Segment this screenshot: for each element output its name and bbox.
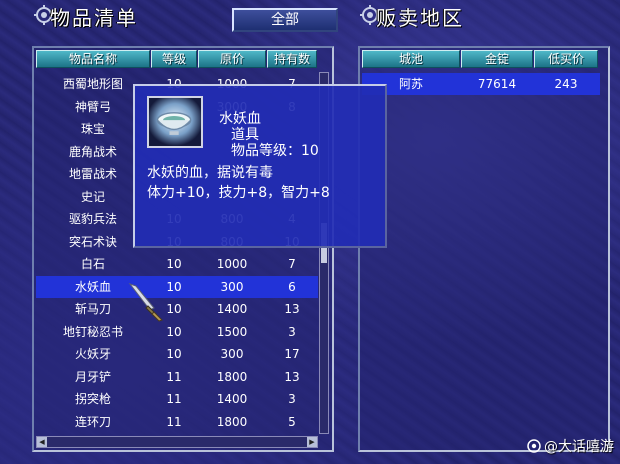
column-header-name[interactable]: 物品名称 bbox=[36, 50, 150, 68]
item-row[interactable]: 斩马刀 10 1400 13 bbox=[36, 298, 318, 320]
column-header-low-price[interactable]: 低买价 bbox=[534, 50, 598, 68]
column-header-quantity[interactable]: 持有数 bbox=[267, 50, 317, 68]
watermark: @大话嘻游 bbox=[527, 436, 614, 456]
item-cell-price: 1800 bbox=[216, 414, 248, 429]
item-cell-qty: 7 bbox=[288, 257, 296, 271]
item-cell-level: 11 bbox=[166, 369, 182, 384]
item-cell-price: 1000 bbox=[216, 257, 248, 271]
item-cell-qty: 13 bbox=[284, 302, 300, 316]
scroll-left-icon[interactable]: ◀ bbox=[37, 437, 47, 447]
item-cell-qty: 3 bbox=[288, 392, 296, 406]
item-row[interactable]: 地钉秘忍书 10 1500 3 bbox=[36, 321, 318, 343]
column-header-level[interactable]: 等级 bbox=[151, 50, 197, 68]
item-cell-name: 拐突枪 bbox=[74, 392, 111, 406]
item-cell-name: 地钉秘忍书 bbox=[62, 324, 123, 339]
column-header-gold[interactable]: 金锭 bbox=[461, 50, 533, 68]
item-row[interactable]: 拐突枪 11 1400 3 bbox=[36, 388, 318, 410]
column-header-city[interactable]: 城池 bbox=[362, 50, 460, 68]
item-cell-level: 10 bbox=[166, 324, 182, 339]
item-cell-name: 火妖牙 bbox=[74, 347, 111, 361]
filter-all-button[interactable]: 全部 bbox=[232, 8, 338, 32]
bowl-icon bbox=[147, 96, 203, 148]
item-cell-name: 连环刀 bbox=[74, 414, 111, 429]
item-cell-price: 1500 bbox=[216, 324, 248, 339]
item-cell-level: 11 bbox=[166, 414, 182, 429]
sales-region-cell-low-price: 243 bbox=[554, 77, 578, 91]
item-list-hscroll[interactable]: ◀ ▶ bbox=[36, 436, 318, 448]
item-cell-qty: 5 bbox=[288, 414, 296, 429]
item-cell-level: 10 bbox=[166, 347, 182, 361]
tooltip-effects: 体力+10，技力+8，智力+8 bbox=[147, 185, 330, 201]
scroll-right-icon[interactable]: ▶ bbox=[307, 437, 317, 447]
item-row[interactable]: 连环刀 11 1800 5 bbox=[36, 411, 318, 433]
item-cell-price: 300 bbox=[220, 279, 244, 294]
at-sign-icon bbox=[527, 439, 541, 453]
item-cell-qty: 13 bbox=[284, 369, 300, 384]
column-header-price[interactable]: 原价 bbox=[198, 50, 266, 68]
item-cell-name: 白石 bbox=[80, 257, 105, 271]
item-row[interactable]: 水妖血 10 300 6 bbox=[36, 275, 318, 298]
item-cell-price: 1400 bbox=[216, 302, 248, 316]
item-list-header: 物品名称 等级 原价 持有数 bbox=[34, 48, 332, 70]
watermark-text: @大话嘻游 bbox=[544, 439, 614, 455]
sales-region-cell-gold: 77614 bbox=[477, 77, 517, 91]
item-cell-name: 月牙铲 bbox=[74, 369, 111, 384]
item-row[interactable]: 月牙铲 11 1800 13 bbox=[36, 366, 318, 388]
item-cell-level: 10 bbox=[166, 257, 182, 271]
item-cell-qty: 3 bbox=[288, 324, 296, 339]
item-cell-price: 1800 bbox=[216, 369, 248, 384]
item-row[interactable]: 白石 10 1000 7 bbox=[36, 253, 318, 275]
inventory-title: 物品清单 bbox=[50, 6, 138, 30]
sword-cursor-icon bbox=[128, 283, 163, 322]
sales-region-title: 贩卖地区 bbox=[376, 6, 464, 30]
item-cell-qty: 6 bbox=[288, 279, 296, 294]
item-row[interactable]: 火妖牙 10 300 17 bbox=[36, 343, 318, 365]
tooltip-description: 水妖的血，据说有毒 bbox=[147, 165, 273, 181]
sales-region-row[interactable]: 阿苏 77614 243 bbox=[362, 73, 600, 95]
item-tooltip: 水妖血 道具 物品等级：10 水妖的血，据说有毒 体力+10，技力+8，智力+8 bbox=[133, 84, 387, 248]
item-cell-price: 300 bbox=[220, 347, 244, 361]
item-cell-price: 1400 bbox=[216, 392, 248, 406]
sales-region-header: 城池 金锭 低买价 bbox=[360, 48, 608, 70]
item-cell-level: 11 bbox=[166, 392, 182, 406]
sales-region-panel: 城池 金锭 低买价 阿苏 77614 243 bbox=[358, 46, 610, 452]
tooltip-item-level: 物品等级：10 bbox=[231, 143, 319, 159]
item-cell-qty: 17 bbox=[284, 347, 300, 361]
